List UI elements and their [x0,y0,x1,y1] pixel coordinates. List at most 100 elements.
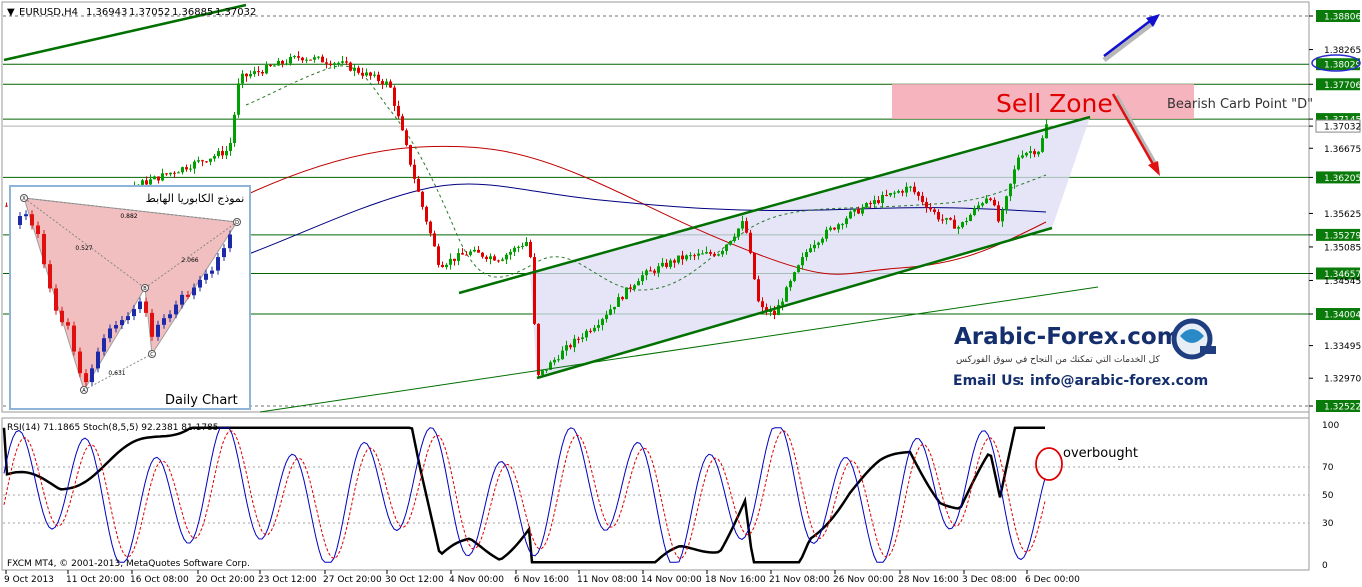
candle-body [857,208,860,214]
candle-body [417,178,420,192]
candle-body [697,253,700,256]
candle-body [713,253,716,256]
candle-body [257,71,260,73]
candle-body [825,229,828,239]
time-tick-label: 23 Oct 12:00 [258,575,317,585]
candle-body [445,264,448,268]
candle-body [645,270,648,276]
candle-body [149,179,152,185]
candle-body [757,279,760,302]
candle-body [861,207,864,214]
price-tick-label: 1.37032 [1324,123,1361,133]
candle-body [341,61,344,63]
candle-body [813,244,816,249]
inset-candle-body [126,316,130,321]
candle-body [421,191,424,207]
candle-body [297,56,300,58]
candle-body [377,74,380,82]
candle-body [997,205,1000,222]
inset-point-label: D [235,220,239,226]
candle-body [313,57,316,60]
candle-body [957,227,960,229]
time-tick-label: 6 Nov 16:00 [514,575,569,585]
candle-body [841,224,844,226]
candle-body [617,297,620,307]
candle-body [345,61,348,63]
time-tick-label: 14 Nov 00:00 [641,575,702,585]
inset-candle-body [198,279,202,288]
candle-body [625,287,628,300]
price-tick-label: 1.34004 [1324,311,1361,321]
candle-body [929,207,932,210]
ohlc-low: 1.36885 [172,7,213,18]
candle-body [973,208,976,215]
candle-body [705,252,708,254]
candle-body [833,227,836,230]
inset-candle-body [174,304,178,315]
time-tick-label: 18 Nov 16:00 [705,575,766,585]
chart-header-arrow: ▼ [7,7,15,18]
candle-body [981,203,984,206]
inset-candle-body [18,216,22,225]
candle-body [601,319,604,326]
candle-body [653,270,656,273]
candle-body [397,105,400,117]
candle-body [161,173,164,181]
candle-body [925,202,928,208]
candle-body [469,251,472,255]
price-tick-label: 1.37706 [1324,81,1361,91]
indicator-level-label: 100 [1322,421,1339,431]
candle-body [373,74,376,76]
time-tick-label: 20 Oct 20:00 [196,575,255,585]
candle-body [605,314,608,320]
candle-body [521,245,524,247]
candle-body [685,255,688,260]
candle-body [933,209,936,212]
price-tick-label: 1.35085 [1324,243,1361,253]
inset-candle-body [138,301,142,310]
candle-body [949,218,952,220]
candle-body [169,172,172,175]
time-tick-label: 16 Oct 08:00 [130,575,189,585]
candle-body [589,330,592,332]
inset-candle-body [60,310,64,323]
candle-body [725,244,728,251]
candle-body [673,260,676,263]
candle-body [5,205,8,207]
candle-body [545,369,548,371]
inset-candle-body [156,324,160,337]
overbought-label: overbought [1063,446,1138,461]
candle-body [285,63,288,65]
inset-candle-body [144,301,148,313]
ohlc-high: 1.37052 [129,7,170,18]
candle-body [273,65,276,67]
candle-body [305,59,308,61]
candle-body [293,56,296,58]
candle-body [517,246,520,248]
inset-candle-body [222,248,226,258]
candle-body [141,180,144,185]
candle-body [357,67,360,73]
inset-caption: Daily Chart [165,393,238,408]
time-tick-label: 30 Oct 12:00 [385,575,444,585]
candle-body [353,67,356,71]
candle-body [945,218,948,220]
inset-point-label: B [143,286,147,292]
candle-body [301,57,304,61]
indicator-level-label: 50 [1322,491,1334,501]
candle-body [509,251,512,255]
candle-body [985,198,988,204]
candle-body [541,370,544,375]
candle-body [473,249,476,252]
candle-body [721,250,724,255]
candle-body [793,272,796,281]
sell-zone-label: Sell Zone [996,89,1113,118]
candle-body [229,142,232,151]
inset-ratio-bd: 2.066 [181,257,198,264]
candle-body [433,233,436,247]
candle-body [561,350,564,360]
candle-body [637,281,640,286]
candle-body [801,257,804,266]
candle-body [581,337,584,340]
candle-body [733,236,736,241]
